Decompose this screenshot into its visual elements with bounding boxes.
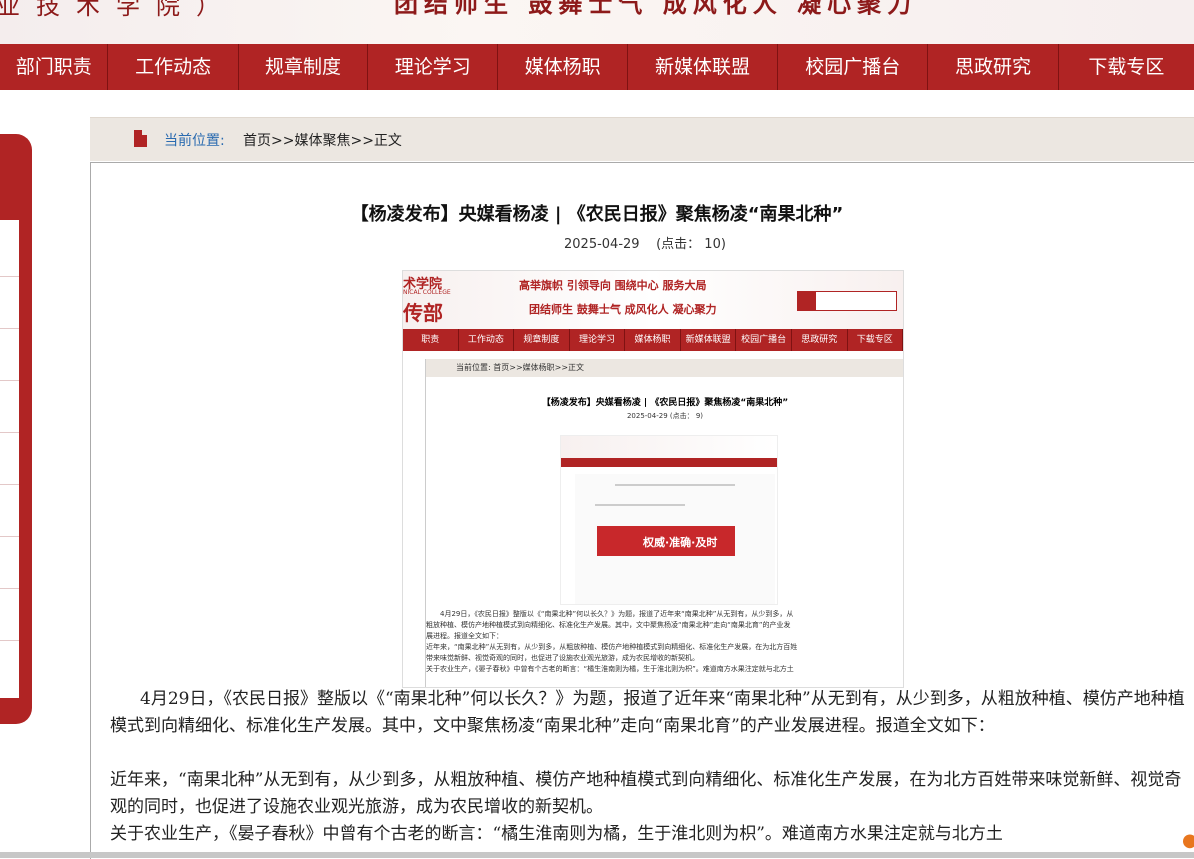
nav-item-work-news[interactable]: 工作动态 [108,44,239,90]
article-meta: 2025-04-29 (点击： 10) [564,233,726,252]
nested-line [595,504,685,506]
embedded-nav-item: 理论学习 [570,329,626,351]
nav-item-ideology-research[interactable]: 思政研究 [928,44,1059,90]
article-date: 2025-04-29 [564,237,640,252]
sidebar-divider [0,484,19,485]
embedded-nav-item: 媒体杨职 [625,329,681,351]
nav-item-campus-radio[interactable]: 校园广播台 [778,44,929,90]
embedded-nav-item: 职责 [403,329,459,351]
widget-icon[interactable]: ● [1182,830,1194,851]
embedded-nav-item: 思政研究 [792,329,848,351]
embedded-search-box [797,291,897,311]
sidebar-divider [0,380,19,381]
embedded-nav-item: 工作动态 [459,329,515,351]
article-clicks: (点击： 10) [656,237,726,252]
embedded-header: 术学院 NICAL COLLEGE 传部 高举旗帜 引领导向 围绕中心 服务大局… [403,271,903,329]
embedded-title: 【杨凌发布】央媒看杨凌 | 《农民日报》聚焦杨凌“南果北种” [541,398,789,408]
article-paragraph: 4月29日，《农民日报》整版以《“南果北种”何以长久？》为题，报道了近年来“南果… [110,689,1185,736]
document-icon [134,130,147,147]
breadcrumb-label: 当前位置: [164,133,225,149]
nav-item-new-media-alliance[interactable]: 新媒体联盟 [628,44,779,90]
embedded-article: 当前位置: 首页>>媒体杨职>>正文 【杨凌发布】央媒看杨凌 | 《农民日报》聚… [425,359,903,687]
embedded-text-line: 4月29日，《农民日报》整版以《“南果北种”何以长久？》为题，报道了近年来“南果… [440,610,794,618]
embedded-nav: 职责 工作动态 规章制度 理论学习 媒体杨职 新媒体联盟 校园广播台 思政研究 … [403,329,903,351]
embedded-slogan-1: 高举旗帜 引领导向 围绕中心 服务大局 [519,279,707,292]
sidebar-divider [0,328,19,329]
embedded-meta: 2025-04-29 (点击： 9) [626,412,704,420]
article-screenshot-image: 术学院 NICAL COLLEGE 传部 高举旗帜 引领导向 围绕中心 服务大局… [402,270,904,688]
nested-screenshot-image: 权威·准确·及时 [560,435,778,605]
breadcrumb: 当前位置: 首页>>媒体聚焦>>正文 [90,117,1194,161]
embedded-nav-item: 新媒体联盟 [681,329,737,351]
nested-banner: 权威·准确·及时 [597,526,735,556]
nav-item-regulations[interactable]: 规章制度 [239,44,369,90]
breadcrumb-path[interactable]: 首页>>媒体聚焦>>正文 [243,130,402,150]
embedded-breadcrumb-text: 当前位置: 首页>>媒体杨职>>正文 [456,363,585,372]
nested-banner-text: 权威·准确·及时 [643,536,718,549]
sidebar-list [0,220,19,698]
article-paragraph: 关于农业生产，《晏子春秋》中曾有个古老的断言：“橘生淮南则为橘，生于淮北则为枳”… [110,824,1003,844]
embedded-text-line: 关于农业生产，《晏子春秋》中曾有个古老的断言：“橘生淮南则为橘，生于淮北则为枳”… [426,665,794,673]
nav-item-department-duties[interactable]: 部门职责 [0,44,109,90]
embedded-slogan-2: 团结师生 鼓舞士气 成风化人 凝心聚力 [529,303,717,316]
sidebar-divider [0,276,19,277]
nav-item-media[interactable]: 媒体杨职 [498,44,628,90]
sidebar-divider [0,432,19,433]
embedded-dept-name: 传部 [403,301,443,325]
embedded-college-en: NICAL COLLEGE [403,289,451,296]
nav-item-theory-study[interactable]: 理论学习 [368,44,499,90]
embedded-nav-item: 规章制度 [514,329,570,351]
article-paragraph: 近年来，“南果北种”从无到有，从少到多，从粗放种植、模仿产地种植模式到向精细化、… [110,770,1182,817]
embedded-text-line: 展进程。报道全文如下： [426,632,503,640]
horizontal-scrollbar[interactable] [0,852,1194,858]
embedded-text-line: 带来味觉新鲜、视觉奇观的同时，也促进了设施农业观光旅游，成为农民增收的新契机。 [426,654,699,662]
embedded-breadcrumb: 当前位置: 首页>>媒体杨职>>正文 [426,359,903,377]
banner-college-name: 业技术学院） [0,0,236,20]
sidebar-divider [0,588,19,589]
embedded-text-line: 近年来，“南果北种”从无到有，从少到多，从粗放种植、模仿产地种植模式到向精细化、… [426,643,798,651]
banner-slogan: 团结师生 鼓舞士气 成风化人 凝心聚力 [394,0,918,18]
nested-line [615,484,735,486]
sidebar-divider [0,640,19,641]
embedded-nav-item: 下载专区 [848,329,903,351]
nested-header [561,436,777,458]
site-banner: 业技术学院） 团结师生 鼓舞士气 成风化人 凝心聚力 [0,0,1194,44]
main-nav: 部门职责 工作动态 规章制度 理论学习 媒体杨职 新媒体联盟 校园广播台 思政研… [0,44,1194,90]
nested-nav [561,458,777,467]
article-title: 【杨凌发布】央媒看杨凌 | 《农民日报》聚焦杨凌“南果北种” [350,204,844,225]
sidebar-divider [0,536,19,537]
embedded-nav-item: 校园广播台 [736,329,792,351]
embedded-text-line: 粗放种植、模仿产地种植模式到向精细化、标准化生产发展。其中，文中聚焦杨凌“南果北… [426,621,791,629]
nav-item-downloads[interactable]: 下载专区 [1059,44,1194,90]
